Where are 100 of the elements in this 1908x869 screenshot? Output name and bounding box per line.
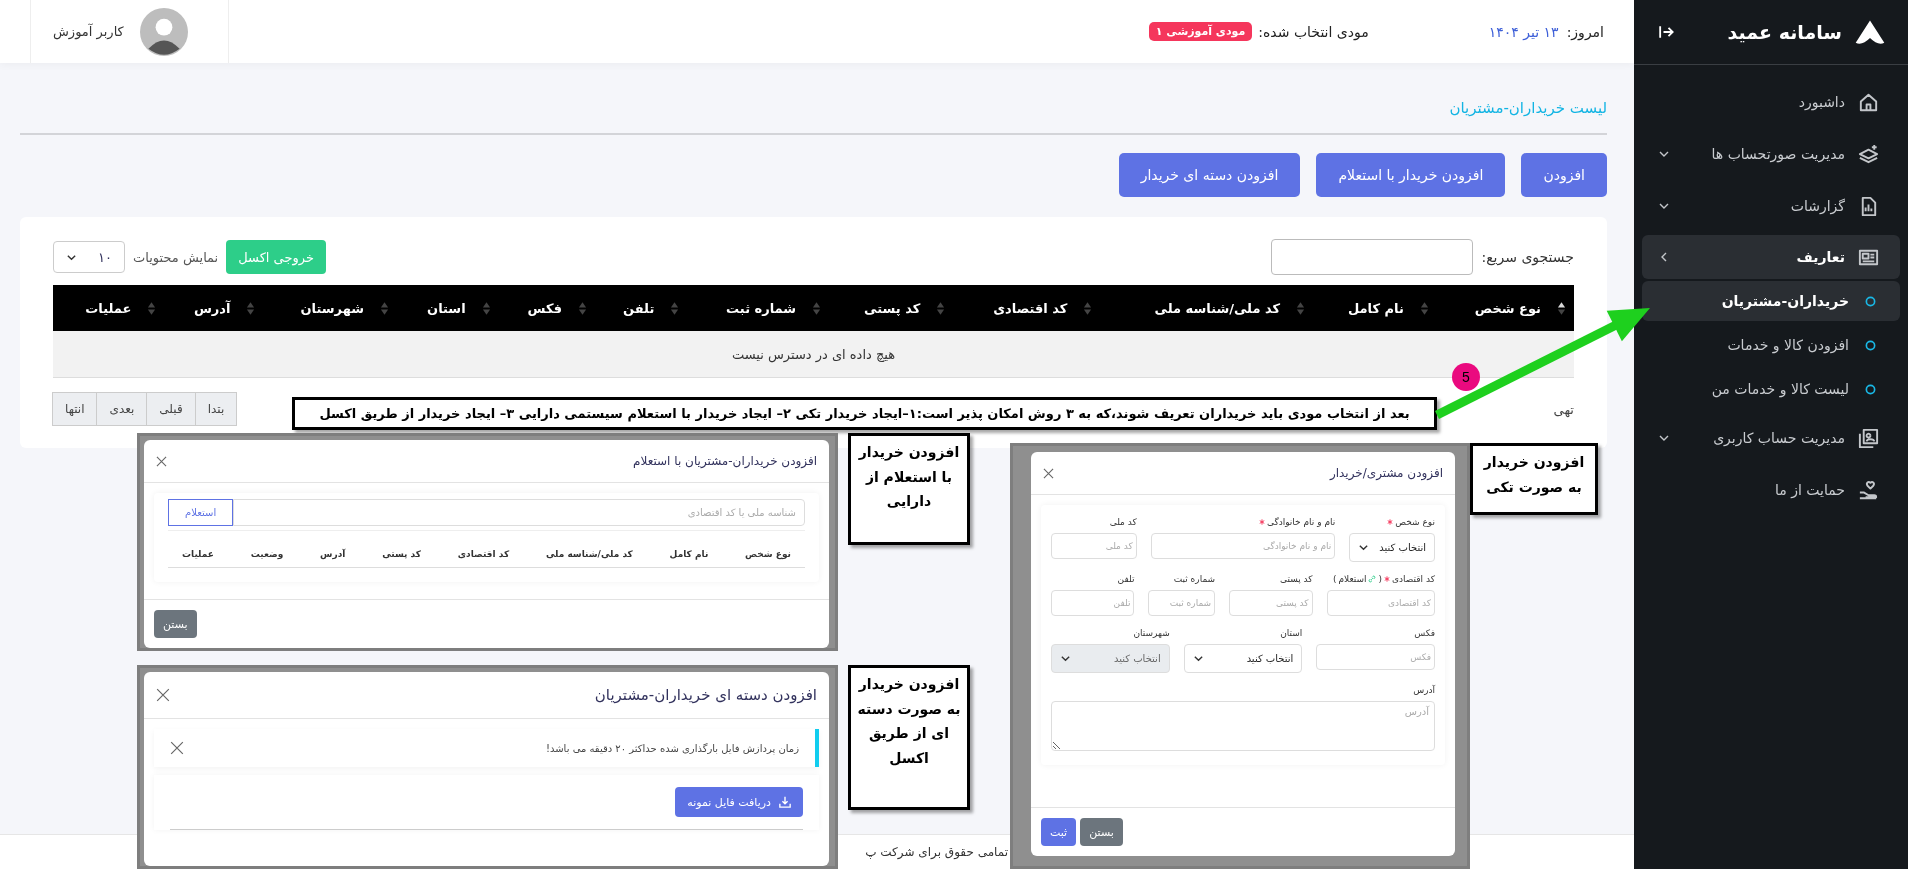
annotation-note: بعد از انتخاب مودی باید خریداران تعریف شوند،که به ۳ روش امکان پذیر است:۱–ایجاد خریدار تکی ۲– ایجاد خریدار با استعلام سیستمی دارایی ۳– ایجاد خریدار از طریق اکسل: [292, 397, 1437, 430]
field-label: کد اقتصادی: [1392, 573, 1435, 584]
nav-item[interactable]: مدیریت حساب کاربری: [1642, 413, 1900, 463]
action-button[interactable]: افزودن دسته ای خریدار: [1118, 153, 1301, 197]
link-icon: [1368, 574, 1377, 583]
copyright-text: تمامی حقوق برای شرکت پ: [865, 845, 1008, 859]
user-card-icon: [1857, 426, 1880, 450]
column-header[interactable]: نام کامل: [1313, 285, 1437, 331]
date-value: ۱۳ تیر ۱۴۰۴: [1488, 23, 1559, 40]
input-field[interactable]: کد اقتصادی: [1326, 590, 1435, 616]
column-header: کد ملی/شناسه ملی: [545, 549, 633, 559]
column-header[interactable]: عملیات: [53, 285, 165, 331]
enquiry-field[interactable]: شناسه ملی یا کد اقتصادی: [233, 499, 805, 526]
column-header[interactable]: استان: [397, 285, 499, 331]
brand-name: سامانه عمید: [1727, 21, 1842, 43]
taxpayer-tag[interactable]: مودی آموزشی ۱: [1148, 22, 1253, 41]
pagination-button[interactable]: انتها: [52, 392, 98, 426]
nav-item[interactable]: گزارشات: [1642, 181, 1900, 231]
modal-button[interactable]: بستن: [154, 610, 197, 638]
annotation-note: افزودن خریدار با استعلام از دارایی: [848, 433, 970, 545]
pagination-button[interactable]: قبلی: [146, 392, 196, 426]
annotation-note: افزودن خریدار به صورت دسته ای از طریق اکسل: [848, 665, 970, 810]
download-icon: [779, 796, 791, 808]
column-header[interactable]: کد پستی: [829, 285, 954, 331]
field-label: کد ملی: [1109, 516, 1137, 527]
enquiry-button[interactable]: استعلام: [168, 499, 234, 526]
hand-heart-icon: [1857, 478, 1880, 502]
input-field[interactable]: فکس: [1316, 644, 1435, 670]
field-label: آدرس: [1413, 684, 1435, 695]
field-label: نوع شخص: [1395, 516, 1435, 527]
action-button[interactable]: افزودن: [1521, 153, 1607, 197]
search-field[interactable]: [1271, 239, 1474, 275]
page-title: لیست خریداران-مشتریان: [20, 99, 1607, 135]
close-icon[interactable]: [170, 741, 184, 755]
column-header[interactable]: کد اقتصادی: [953, 285, 1101, 331]
bracket-text: ): [1332, 573, 1337, 584]
enquiry-link[interactable]: استعلام: [1338, 573, 1367, 584]
close-icon[interactable]: [156, 688, 170, 702]
modal-title: افزودن مشتری/خریدار: [1329, 466, 1443, 480]
bracket-text: (: [1378, 573, 1382, 584]
column-header: نام کامل: [669, 549, 709, 559]
column-header[interactable]: شهرستان: [263, 285, 397, 331]
chevron-icon: [1192, 653, 1204, 664]
column-header[interactable]: نوع شخص: [1436, 285, 1574, 331]
field-label: کد پستی: [1279, 573, 1313, 584]
column-header[interactable]: فکس: [498, 285, 595, 331]
close-icon[interactable]: [1043, 467, 1054, 479]
nav-item[interactable]: حمایت از ما: [1642, 465, 1900, 515]
taxpayer-label: مودی انتخاب شده:: [1258, 23, 1369, 40]
bullet-icon: [1865, 339, 1876, 351]
modal-button[interactable]: ثبت: [1041, 818, 1077, 846]
field-label: شماره ثبت: [1173, 573, 1216, 584]
column-header[interactable]: کد ملی/شناسه ملی: [1100, 285, 1314, 331]
modal-button[interactable]: بستن: [1080, 818, 1123, 846]
column-header: عملیات: [182, 549, 214, 559]
user-menu[interactable]: کاربر آموزش: [30, 0, 229, 63]
nav-subitem[interactable]: افزودن کالا و خدمات: [1642, 325, 1900, 365]
nav-subitem[interactable]: خریداران-مشتریان: [1642, 281, 1900, 321]
nav-item[interactable]: مدیریت صورتحساب ها: [1642, 129, 1900, 179]
nav-subitem[interactable]: لیست کالا و خدمات من: [1642, 369, 1900, 409]
field-label: فکس: [1414, 627, 1435, 638]
close-icon[interactable]: [156, 455, 167, 467]
column-header[interactable]: تلفن: [595, 285, 688, 331]
bullet-icon: [1865, 383, 1876, 395]
page-size-label: نمایش محتویات: [133, 249, 219, 265]
field-label: شهرستان: [1133, 627, 1170, 638]
column-header: آدرس: [320, 549, 346, 559]
pagination-button[interactable]: بعدی: [96, 392, 148, 426]
bullet-icon: [1865, 295, 1876, 307]
nav-item[interactable]: تعاریف: [1642, 235, 1900, 279]
date-label: امروز:: [1566, 23, 1604, 40]
logo-icon: [1854, 18, 1886, 46]
address-field[interactable]: آدرس: [1051, 701, 1435, 751]
page-size-select[interactable]: ۱۰: [53, 241, 125, 273]
input-field[interactable]: نام و نام خانوادگی: [1150, 533, 1336, 559]
input-field[interactable]: کد ملی: [1051, 533, 1137, 559]
annotation-note: افزودن خریدار به صورت تکی: [1470, 443, 1598, 515]
avatar-icon: [139, 7, 188, 56]
search-label: جستجوی سریع:: [1481, 249, 1574, 265]
input-field[interactable]: تلفن: [1051, 590, 1135, 616]
input-field[interactable]: کد پستی: [1229, 590, 1313, 616]
column-header[interactable]: شماره ثبت: [687, 285, 830, 331]
chevron-icon: [1358, 542, 1370, 553]
input-field[interactable]: شماره ثبت: [1148, 590, 1216, 616]
select-field[interactable]: انتخاب کنید: [1349, 533, 1435, 562]
notice-text: زمان پردازش فایل بارگذاری شده حداکثر ۲۰ دقیقه می باشد!: [546, 742, 799, 754]
column-header[interactable]: آدرس: [164, 285, 264, 331]
table-info: تهی: [1553, 401, 1574, 417]
layers-icon: [1857, 142, 1880, 166]
field-label: نام و نام خانوادگی: [1266, 516, 1336, 527]
chevron-icon: [1060, 653, 1071, 664]
download-button[interactable]: دریافت فایل نمونه: [675, 787, 803, 817]
pagination-button[interactable]: بتدا: [194, 392, 238, 426]
field-label: استان: [1280, 627, 1303, 638]
modal-title: افزودن دسته ای خریداران-مشتریان: [594, 686, 817, 704]
modal-title: افزودن خریداران-مشتریان با استعلام: [633, 454, 817, 468]
nav-item[interactable]: داشبورد: [1642, 77, 1900, 127]
select-field[interactable]: انتخاب کنید: [1183, 644, 1303, 673]
field-label: تلفن: [1117, 573, 1135, 584]
action-button[interactable]: افزودن خریدار با استعلام: [1316, 153, 1506, 197]
